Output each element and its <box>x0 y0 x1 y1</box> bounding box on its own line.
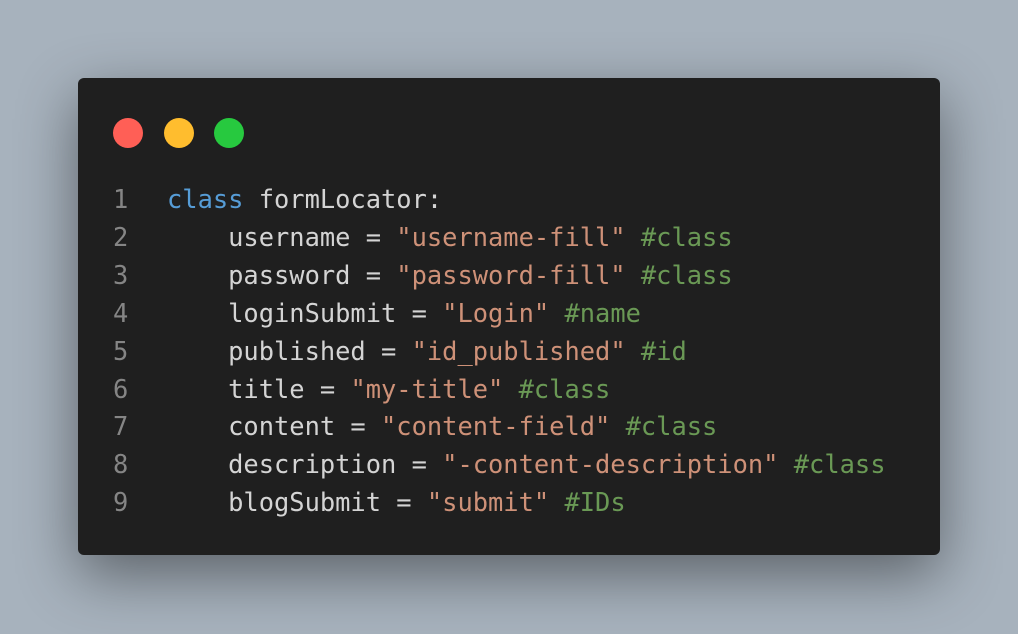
code-window: 1 class formLocator: 2 username = "usernam… <box>78 78 940 555</box>
string-token: "id_published" <box>411 335 626 366</box>
code-token: formLocator: <box>243 184 443 214</box>
code-token: username = <box>167 221 397 252</box>
code-token: content = <box>167 411 382 442</box>
string-token: "Login" <box>442 297 550 328</box>
code-block: 1 class formLocator: 2 username = "usernam… <box>78 181 885 522</box>
code-line: 4 loginSubmit = "Login" #name <box>78 295 885 333</box>
comment-token: #class <box>640 221 733 252</box>
code-line: 2 username = "username-fill" #class <box>78 219 885 257</box>
code-token: title = <box>167 373 351 404</box>
string-token: "-content-description" <box>442 449 779 480</box>
code-token: blogSubmit = <box>167 487 427 518</box>
line-number: 8 <box>113 449 129 480</box>
comment-token: #name <box>564 297 641 328</box>
line-number: 1 <box>113 184 129 214</box>
comment-token: #IDs <box>564 487 626 518</box>
code-line: 8 description = "-content-description" #… <box>78 446 885 484</box>
string-token: "submit" <box>426 487 550 518</box>
line-number: 3 <box>113 259 129 290</box>
string-token: "content-field" <box>381 411 611 442</box>
line-text: username = "username-fill" #class <box>167 219 733 257</box>
line-text: loginSubmit = "Login" #name <box>167 295 641 333</box>
comment-token: #class <box>625 411 718 442</box>
comment-token: #class <box>518 373 611 404</box>
line-number: 5 <box>113 335 129 366</box>
comment-token: #id <box>640 335 687 366</box>
string-token: "my-title" <box>350 373 504 404</box>
code-line: 1 class formLocator: <box>78 181 885 219</box>
line-text: description = "-content-description" #cl… <box>167 446 885 484</box>
line-number: 2 <box>113 221 129 252</box>
code-token: password = <box>167 259 397 290</box>
line-text: content = "content-field" #class <box>167 408 717 446</box>
string-token: "password-fill" <box>396 259 626 290</box>
comment-token: #class <box>640 259 733 290</box>
line-number: 9 <box>113 487 129 518</box>
line-number: 6 <box>113 373 129 404</box>
line-number: 7 <box>113 411 129 442</box>
line-text: class formLocator: <box>167 181 442 219</box>
code-token: loginSubmit = <box>167 297 443 328</box>
line-text: published = "id_published" #id <box>167 333 687 371</box>
code-line: 6 title = "my-title" #class <box>78 371 885 409</box>
line-text: password = "password-fill" #class <box>167 257 733 295</box>
line-number: 4 <box>113 297 129 328</box>
close-dot-icon <box>113 118 143 148</box>
line-text: blogSubmit = "submit" #IDs <box>167 484 626 522</box>
code-line: 7 content = "content-field" #class <box>78 408 885 446</box>
keyword-token: class <box>167 184 244 214</box>
code-token: description = <box>167 449 443 480</box>
code-line: 9 blogSubmit = "submit" #IDs <box>78 484 885 522</box>
code-token: published = <box>167 335 412 366</box>
minimize-dot-icon <box>164 118 194 148</box>
code-line: 5 published = "id_published" #id <box>78 333 885 371</box>
maximize-dot-icon <box>214 118 244 148</box>
comment-token: #class <box>793 449 886 480</box>
code-line: 3 password = "password-fill" #class <box>78 257 885 295</box>
string-token: "username-fill" <box>396 221 626 252</box>
line-text: title = "my-title" #class <box>167 371 610 409</box>
